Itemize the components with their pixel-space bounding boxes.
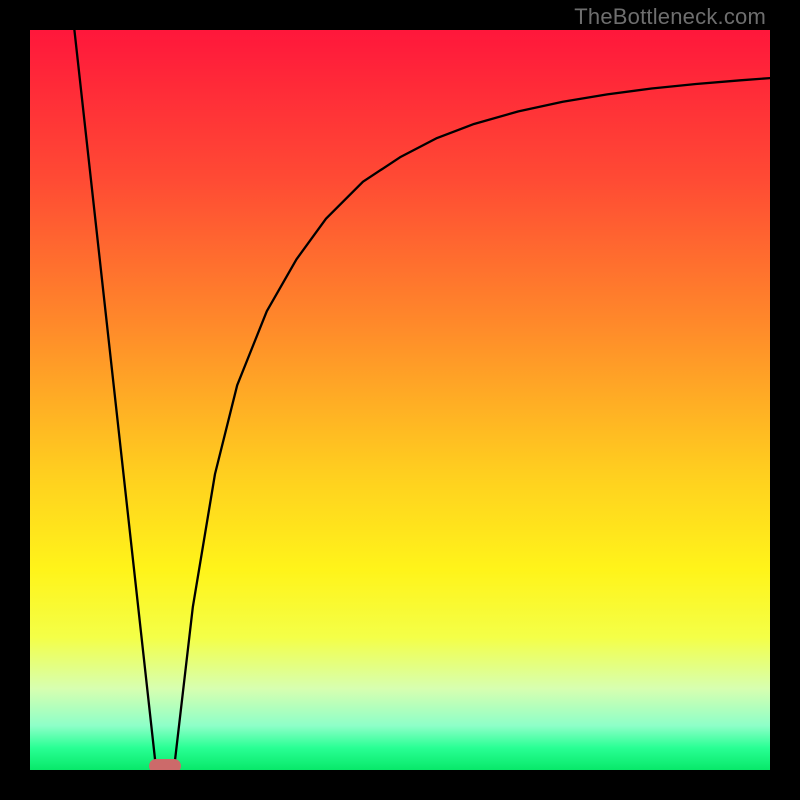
plot-area <box>30 30 770 770</box>
series-right-segment <box>174 78 770 766</box>
watermark-text: TheBottleneck.com <box>574 4 766 30</box>
bottleneck-marker <box>149 759 181 770</box>
curve-layer <box>30 30 770 770</box>
chart-frame: TheBottleneck.com <box>0 0 800 800</box>
series-left-segment <box>74 30 155 766</box>
